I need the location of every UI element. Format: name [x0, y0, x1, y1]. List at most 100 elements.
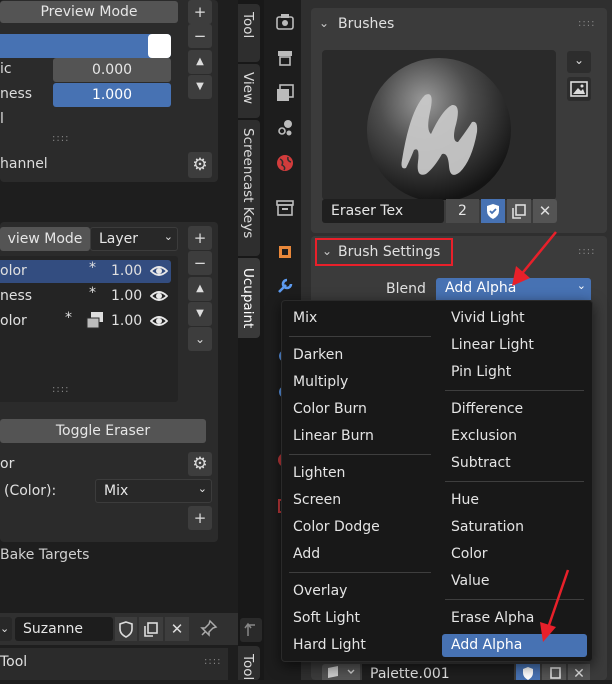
palette-name-field[interactable]: Palette.001 — [362, 664, 514, 682]
slider-handle[interactable] — [148, 34, 171, 58]
fake-user-shield-icon[interactable] — [516, 664, 540, 680]
panel-drag-grip[interactable]: :::: — [578, 246, 595, 257]
tab-view-label: View — [240, 72, 256, 105]
menu-item-saturation[interactable]: Saturation — [451, 519, 524, 535]
add-layer-button[interactable]: + — [188, 226, 212, 250]
menu-item-exclusion[interactable]: Exclusion — [451, 428, 517, 444]
fake-user-shield-icon[interactable] — [481, 199, 505, 223]
duplicate-icon[interactable] — [507, 199, 531, 223]
menu-item-soft-light[interactable]: Soft Light — [293, 610, 360, 626]
collection-icon[interactable] — [275, 198, 295, 218]
value-field-1[interactable]: 0.000 — [53, 58, 171, 82]
add-button[interactable]: + — [188, 506, 212, 530]
menu-item-darken[interactable]: Darken — [293, 347, 343, 363]
menu-item-erase-alpha[interactable]: Erase Alpha — [451, 610, 534, 626]
bake-targets-label[interactable]: Bake Targets — [0, 547, 89, 563]
brush-settings-panel-title[interactable]: Brush Settings — [338, 244, 440, 260]
render-icon[interactable] — [275, 48, 295, 68]
menu-item-multiply[interactable]: Multiply — [293, 374, 348, 390]
menu-item-pin-light[interactable]: Pin Light — [451, 364, 511, 380]
layer-type-dropdown[interactable]: Layer ⌄ — [90, 227, 178, 251]
object-icon[interactable] — [275, 242, 295, 262]
view-mode-dropdown[interactable]: view Mode — [0, 227, 90, 251]
tab-screencast-keys[interactable]: Screencast Keys — [238, 120, 260, 256]
menu-item-lighten[interactable]: Lighten — [293, 465, 345, 481]
eye-icon[interactable] — [150, 289, 168, 303]
layer-menu-chevron-icon[interactable]: ⌄ — [188, 327, 212, 351]
menu-item-linear-light[interactable]: Linear Light — [451, 337, 534, 353]
panel-drag-grip[interactable]: :::: — [578, 18, 595, 29]
value-slider[interactable] — [0, 34, 171, 58]
world-icon[interactable] — [275, 153, 295, 173]
output-icon[interactable] — [275, 83, 295, 103]
move-layer-down-button[interactable]: ▼ — [188, 302, 212, 326]
view-layer-icon[interactable] — [275, 118, 295, 138]
menu-item-vivid-light[interactable]: Vivid Light — [451, 310, 525, 326]
duplicate-icon[interactable] — [542, 664, 566, 680]
brush-name-field[interactable]: Eraser Tex — [322, 199, 444, 223]
move-down-button[interactable]: ▼ — [188, 75, 212, 99]
row-label-1: ic — [0, 61, 12, 77]
toggle-eraser-button[interactable]: Toggle Eraser — [0, 419, 206, 443]
settings-gear-icon[interactable]: ⚙ — [188, 452, 212, 476]
menu-item-add[interactable]: Add — [293, 546, 320, 562]
blend-mode-label: Mix — [104, 483, 129, 499]
unlink-x-icon[interactable]: ✕ — [165, 617, 189, 641]
object-type-dropdown[interactable]: ⌄ — [0, 617, 12, 641]
layer-value-1: 1.00 — [111, 263, 143, 279]
menu-item-difference[interactable]: Difference — [451, 401, 523, 417]
menu-item-color-burn[interactable]: Color Burn — [293, 401, 367, 417]
menu-item-color-dodge[interactable]: Color Dodge — [293, 519, 380, 535]
palette-type-dropdown[interactable] — [322, 664, 360, 680]
resize-grip[interactable]: :::: — [52, 133, 69, 144]
eye-icon[interactable] — [150, 264, 168, 278]
menu-item-color[interactable]: Color — [451, 546, 488, 562]
remove-button[interactable]: − — [188, 24, 212, 48]
unlink-x-icon[interactable]: ✕ — [533, 199, 557, 223]
menu-item-screen[interactable]: Screen — [293, 492, 341, 508]
brush-settings-collapse-chevron-icon[interactable]: ⌄ — [322, 244, 332, 258]
user-count-field[interactable]: 2 — [446, 199, 479, 223]
pin-icon[interactable] — [198, 619, 218, 639]
duplicate-icon[interactable] — [139, 617, 163, 641]
brush-preview-tile[interactable] — [322, 50, 556, 200]
blend-mode-dropdown[interactable]: Mix ⌄ — [95, 479, 212, 503]
tab-view[interactable]: View — [238, 64, 260, 118]
modifier-wrench-icon[interactable] — [275, 276, 295, 296]
tool-settings-icon[interactable] — [275, 12, 295, 32]
tab-tool-bottom[interactable]: Tool — [238, 646, 260, 680]
undo-arrow-icon[interactable] — [240, 618, 262, 642]
menu-item-add-alpha[interactable]: Add Alpha — [451, 637, 522, 653]
panel-drag-grip[interactable]: :::: — [204, 656, 221, 667]
fake-user-shield-icon[interactable] — [115, 617, 137, 641]
menu-item-hard-light[interactable]: Hard Light — [293, 637, 366, 653]
tab-tool[interactable]: Tool — [238, 4, 260, 62]
move-layer-up-button[interactable]: ▲ — [188, 277, 212, 301]
chevron-down-icon: ⌄ — [576, 279, 586, 292]
settings-gear-icon[interactable]: ⚙ — [188, 152, 212, 178]
menu-item-linear-burn[interactable]: Linear Burn — [293, 428, 374, 444]
menu-item-overlay[interactable]: Overlay — [293, 583, 347, 599]
layer-type-label: Layer — [99, 231, 139, 247]
brushes-panel-title[interactable]: Brushes — [338, 16, 394, 32]
object-name-field[interactable]: Suzanne — [15, 617, 113, 641]
tab-tool-label: Tool — [240, 12, 256, 39]
chevron-down-icon: ⌄ — [197, 482, 207, 495]
menu-separator — [289, 336, 431, 337]
move-up-button[interactable]: ▲ — [188, 50, 212, 74]
brush-menu-chevron-icon[interactable]: ⌄ — [567, 51, 591, 73]
remove-layer-button[interactable]: − — [188, 251, 212, 275]
menu-item-value[interactable]: Value — [451, 573, 489, 589]
tab-ucupaint[interactable]: Ucupaint — [238, 258, 260, 338]
value-field-2[interactable]: 1.000 — [53, 83, 171, 107]
eye-icon[interactable] — [150, 314, 168, 328]
menu-item-hue[interactable]: Hue — [451, 492, 479, 508]
menu-item-subtract[interactable]: Subtract — [451, 455, 511, 471]
resize-grip[interactable]: :::: — [52, 384, 69, 395]
unlink-x-icon[interactable]: ✕ — [568, 664, 590, 682]
brushes-collapse-chevron-icon[interactable]: ⌄ — [319, 16, 329, 30]
add-button[interactable]: + — [188, 0, 212, 24]
menu-item-mix[interactable]: Mix — [293, 310, 317, 326]
brush-image-icon[interactable] — [567, 77, 591, 101]
preview-mode-button[interactable]: Preview Mode — [0, 1, 178, 23]
